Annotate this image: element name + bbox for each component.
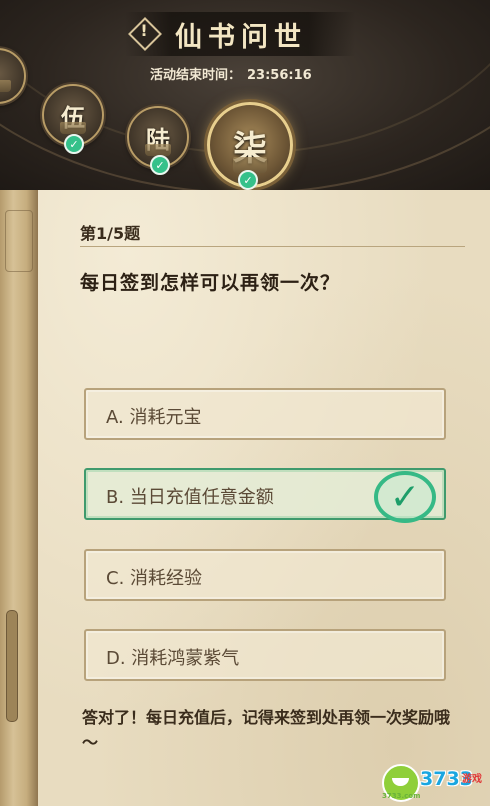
timer-label: 活动结束时间： <box>150 68 242 83</box>
event-timer: 活动结束时间： 23:56:16 <box>150 64 318 83</box>
correct-check-icon: ✓ <box>374 471 436 523</box>
option-label: B. 当日充值任意金额 <box>106 487 274 508</box>
watermark-logo: 3733 游戏 3733.com <box>382 762 486 802</box>
watermark-suffix: 游戏 <box>462 774 482 785</box>
divider <box>80 246 465 247</box>
book-icon <box>60 122 86 134</box>
option-a-button[interactable]: A. 消耗元宝 <box>84 388 446 440</box>
check-icon: ✓ <box>64 134 84 154</box>
option-d-button[interactable]: D. 消耗鸿蒙紫气 <box>84 629 446 681</box>
watermark-tagline: 3733.com <box>382 792 421 800</box>
option-label: C. 消耗经验 <box>106 568 203 589</box>
check-icon: ✓ <box>238 170 258 190</box>
info-icon-mark: ! <box>140 21 148 40</box>
option-label: D. 消耗鸿蒙紫气 <box>106 648 240 669</box>
option-c-button[interactable]: C. 消耗经验 <box>84 549 446 601</box>
event-title: 仙书问世 <box>175 22 307 53</box>
answer-feedback: 答对了！每日充值后，记得来签到处再领一次奖励哦～ <box>82 708 451 752</box>
timer-value: 23:56:16 <box>247 68 312 83</box>
event-header: ! 仙书问世 活动结束时间： 23:56:16 伍 ✓ 陆 ✓ 柒 ✓ <box>0 0 490 190</box>
check-icon: ✓ <box>150 155 170 175</box>
scroll-edge <box>0 190 40 806</box>
question-text: 每日签到怎样可以再领一次？ <box>80 272 341 294</box>
question-number: 第1/5题 <box>80 224 141 243</box>
scroll-ornament <box>5 210 33 272</box>
option-label: A. 消耗元宝 <box>106 407 202 428</box>
scrollbar[interactable] <box>6 610 18 722</box>
book-icon <box>0 80 11 92</box>
